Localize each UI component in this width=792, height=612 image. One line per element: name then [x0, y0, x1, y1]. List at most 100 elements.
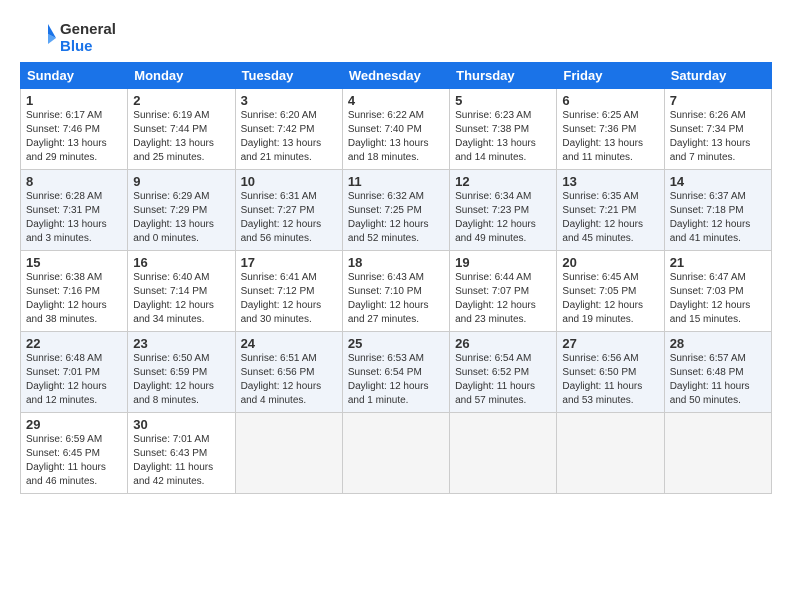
- calendar-day-cell: 27Sunrise: 6:56 AM Sunset: 6:50 PM Dayli…: [557, 332, 664, 413]
- day-info: Sunrise: 6:28 AM Sunset: 7:31 PM Dayligh…: [26, 190, 122, 246]
- day-number: 23: [133, 336, 229, 351]
- calendar-day-cell: 4Sunrise: 6:22 AM Sunset: 7:40 PM Daylig…: [342, 89, 449, 170]
- calendar-body: 1Sunrise: 6:17 AM Sunset: 7:46 PM Daylig…: [21, 89, 772, 494]
- calendar-day-cell: 30Sunrise: 7:01 AM Sunset: 6:43 PM Dayli…: [128, 413, 235, 494]
- logo-text-block: General Blue: [20, 20, 116, 56]
- weekday-header-cell: Monday: [128, 63, 235, 89]
- day-info: Sunrise: 6:41 AM Sunset: 7:12 PM Dayligh…: [241, 271, 337, 327]
- day-info: Sunrise: 6:57 AM Sunset: 6:48 PM Dayligh…: [670, 352, 766, 408]
- calendar-week-row: 15Sunrise: 6:38 AM Sunset: 7:16 PM Dayli…: [21, 251, 772, 332]
- calendar-day-cell: 21Sunrise: 6:47 AM Sunset: 7:03 PM Dayli…: [664, 251, 771, 332]
- day-number: 26: [455, 336, 551, 351]
- day-number: 29: [26, 417, 122, 432]
- day-number: 3: [241, 93, 337, 108]
- header: General Blue: [20, 16, 772, 56]
- calendar-day-cell: [664, 413, 771, 494]
- day-number: 6: [562, 93, 658, 108]
- day-number: 30: [133, 417, 229, 432]
- day-info: Sunrise: 6:38 AM Sunset: 7:16 PM Dayligh…: [26, 271, 122, 327]
- day-number: 1: [26, 93, 122, 108]
- calendar-day-cell: 19Sunrise: 6:44 AM Sunset: 7:07 PM Dayli…: [450, 251, 557, 332]
- day-info: Sunrise: 6:37 AM Sunset: 7:18 PM Dayligh…: [670, 190, 766, 246]
- day-number: 19: [455, 255, 551, 270]
- calendar-day-cell: [557, 413, 664, 494]
- logo-name: General Blue: [60, 21, 116, 56]
- calendar-day-cell: 16Sunrise: 6:40 AM Sunset: 7:14 PM Dayli…: [128, 251, 235, 332]
- day-info: Sunrise: 6:48 AM Sunset: 7:01 PM Dayligh…: [26, 352, 122, 408]
- day-number: 24: [241, 336, 337, 351]
- calendar-day-cell: 10Sunrise: 6:31 AM Sunset: 7:27 PM Dayli…: [235, 170, 342, 251]
- calendar-day-cell: 24Sunrise: 6:51 AM Sunset: 6:56 PM Dayli…: [235, 332, 342, 413]
- day-info: Sunrise: 6:26 AM Sunset: 7:34 PM Dayligh…: [670, 109, 766, 165]
- day-info: Sunrise: 6:47 AM Sunset: 7:03 PM Dayligh…: [670, 271, 766, 327]
- day-number: 21: [670, 255, 766, 270]
- calendar-day-cell: 2Sunrise: 6:19 AM Sunset: 7:44 PM Daylig…: [128, 89, 235, 170]
- day-number: 13: [562, 174, 658, 189]
- calendar-day-cell: 28Sunrise: 6:57 AM Sunset: 6:48 PM Dayli…: [664, 332, 771, 413]
- day-number: 14: [670, 174, 766, 189]
- calendar-day-cell: 22Sunrise: 6:48 AM Sunset: 7:01 PM Dayli…: [21, 332, 128, 413]
- weekday-header-cell: Sunday: [21, 63, 128, 89]
- day-number: 17: [241, 255, 337, 270]
- day-info: Sunrise: 6:44 AM Sunset: 7:07 PM Dayligh…: [455, 271, 551, 327]
- calendar-day-cell: 8Sunrise: 6:28 AM Sunset: 7:31 PM Daylig…: [21, 170, 128, 251]
- day-number: 5: [455, 93, 551, 108]
- day-info: Sunrise: 6:45 AM Sunset: 7:05 PM Dayligh…: [562, 271, 658, 327]
- day-number: 27: [562, 336, 658, 351]
- day-info: Sunrise: 6:20 AM Sunset: 7:42 PM Dayligh…: [241, 109, 337, 165]
- calendar-day-cell: 1Sunrise: 6:17 AM Sunset: 7:46 PM Daylig…: [21, 89, 128, 170]
- calendar-day-cell: 13Sunrise: 6:35 AM Sunset: 7:21 PM Dayli…: [557, 170, 664, 251]
- calendar-day-cell: 12Sunrise: 6:34 AM Sunset: 7:23 PM Dayli…: [450, 170, 557, 251]
- weekday-header-cell: Wednesday: [342, 63, 449, 89]
- page-container: General Blue SundayMondayTuesdayWednesda…: [0, 0, 792, 612]
- day-info: Sunrise: 6:35 AM Sunset: 7:21 PM Dayligh…: [562, 190, 658, 246]
- day-number: 12: [455, 174, 551, 189]
- calendar-day-cell: 6Sunrise: 6:25 AM Sunset: 7:36 PM Daylig…: [557, 89, 664, 170]
- calendar-day-cell: 9Sunrise: 6:29 AM Sunset: 7:29 PM Daylig…: [128, 170, 235, 251]
- day-number: 2: [133, 93, 229, 108]
- calendar-day-cell: [342, 413, 449, 494]
- calendar-day-cell: 14Sunrise: 6:37 AM Sunset: 7:18 PM Dayli…: [664, 170, 771, 251]
- day-number: 7: [670, 93, 766, 108]
- calendar-day-cell: 15Sunrise: 6:38 AM Sunset: 7:16 PM Dayli…: [21, 251, 128, 332]
- day-number: 15: [26, 255, 122, 270]
- day-number: 10: [241, 174, 337, 189]
- day-number: 25: [348, 336, 444, 351]
- day-info: Sunrise: 7:01 AM Sunset: 6:43 PM Dayligh…: [133, 433, 229, 489]
- day-number: 8: [26, 174, 122, 189]
- calendar-day-cell: 23Sunrise: 6:50 AM Sunset: 6:59 PM Dayli…: [128, 332, 235, 413]
- day-info: Sunrise: 6:43 AM Sunset: 7:10 PM Dayligh…: [348, 271, 444, 327]
- day-number: 28: [670, 336, 766, 351]
- day-number: 9: [133, 174, 229, 189]
- calendar-day-cell: 18Sunrise: 6:43 AM Sunset: 7:10 PM Dayli…: [342, 251, 449, 332]
- day-info: Sunrise: 6:29 AM Sunset: 7:29 PM Dayligh…: [133, 190, 229, 246]
- day-info: Sunrise: 6:54 AM Sunset: 6:52 PM Dayligh…: [455, 352, 551, 408]
- logo: General Blue: [20, 20, 116, 56]
- calendar-day-cell: 7Sunrise: 6:26 AM Sunset: 7:34 PM Daylig…: [664, 89, 771, 170]
- day-info: Sunrise: 6:17 AM Sunset: 7:46 PM Dayligh…: [26, 109, 122, 165]
- day-info: Sunrise: 6:50 AM Sunset: 6:59 PM Dayligh…: [133, 352, 229, 408]
- day-info: Sunrise: 6:34 AM Sunset: 7:23 PM Dayligh…: [455, 190, 551, 246]
- calendar-day-cell: [235, 413, 342, 494]
- day-info: Sunrise: 6:23 AM Sunset: 7:38 PM Dayligh…: [455, 109, 551, 165]
- calendar-day-cell: 29Sunrise: 6:59 AM Sunset: 6:45 PM Dayli…: [21, 413, 128, 494]
- day-number: 20: [562, 255, 658, 270]
- day-info: Sunrise: 6:53 AM Sunset: 6:54 PM Dayligh…: [348, 352, 444, 408]
- weekday-header-cell: Saturday: [664, 63, 771, 89]
- weekday-header-cell: Thursday: [450, 63, 557, 89]
- day-info: Sunrise: 6:59 AM Sunset: 6:45 PM Dayligh…: [26, 433, 122, 489]
- day-number: 22: [26, 336, 122, 351]
- day-info: Sunrise: 6:40 AM Sunset: 7:14 PM Dayligh…: [133, 271, 229, 327]
- day-number: 18: [348, 255, 444, 270]
- calendar-day-cell: 26Sunrise: 6:54 AM Sunset: 6:52 PM Dayli…: [450, 332, 557, 413]
- day-info: Sunrise: 6:32 AM Sunset: 7:25 PM Dayligh…: [348, 190, 444, 246]
- day-info: Sunrise: 6:56 AM Sunset: 6:50 PM Dayligh…: [562, 352, 658, 408]
- weekday-header-row: SundayMondayTuesdayWednesdayThursdayFrid…: [21, 63, 772, 89]
- day-info: Sunrise: 6:19 AM Sunset: 7:44 PM Dayligh…: [133, 109, 229, 165]
- day-info: Sunrise: 6:31 AM Sunset: 7:27 PM Dayligh…: [241, 190, 337, 246]
- calendar-week-row: 22Sunrise: 6:48 AM Sunset: 7:01 PM Dayli…: [21, 332, 772, 413]
- calendar-day-cell: 3Sunrise: 6:20 AM Sunset: 7:42 PM Daylig…: [235, 89, 342, 170]
- weekday-header-cell: Tuesday: [235, 63, 342, 89]
- calendar-day-cell: 25Sunrise: 6:53 AM Sunset: 6:54 PM Dayli…: [342, 332, 449, 413]
- logo-graphic: [20, 20, 56, 56]
